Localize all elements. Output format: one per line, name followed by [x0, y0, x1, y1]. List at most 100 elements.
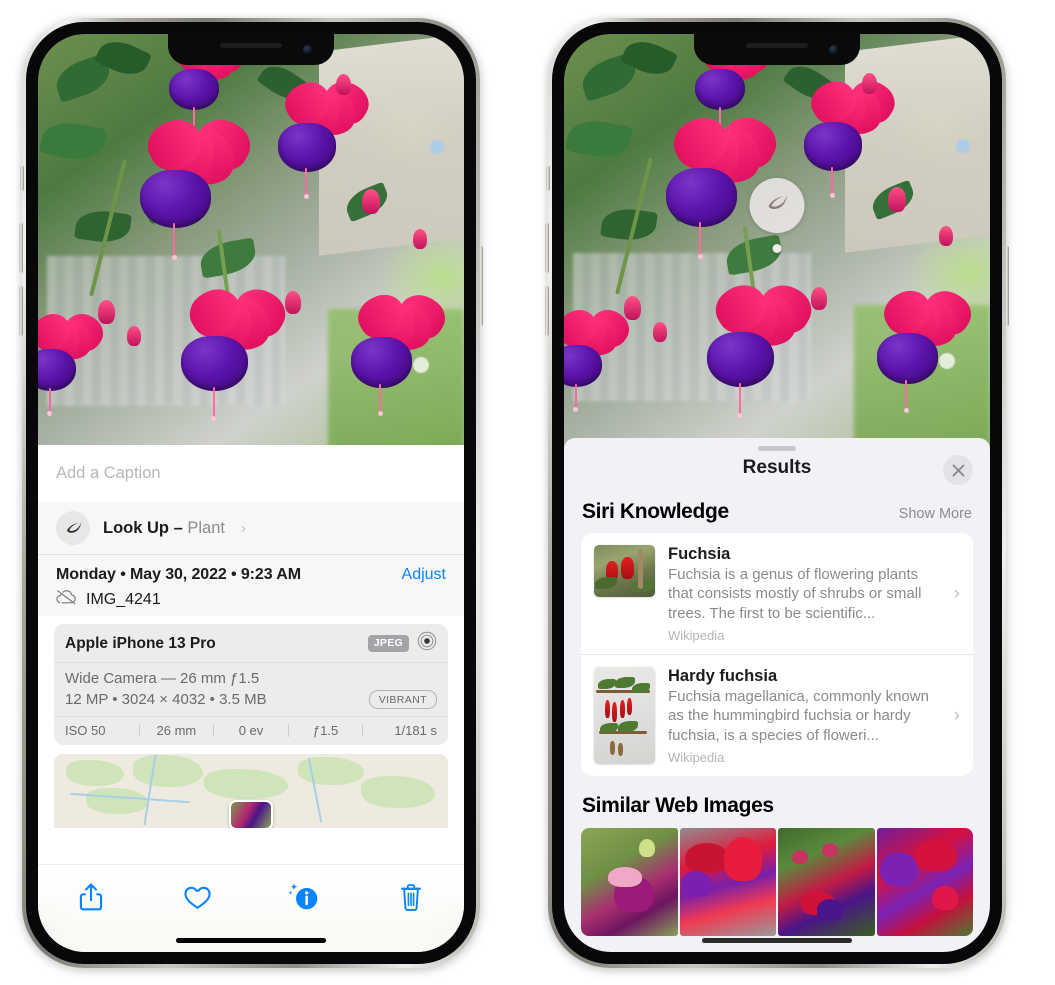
- photo-leaf: [565, 115, 634, 164]
- earpiece-speaker: [220, 43, 282, 48]
- adjust-button[interactable]: Adjust: [402, 566, 446, 584]
- map-green-area: [132, 755, 203, 788]
- home-indicator[interactable]: [702, 938, 852, 943]
- close-x-icon[interactable]: [943, 455, 973, 485]
- knowledge-thumbnail: [594, 667, 655, 765]
- share-icon[interactable]: [65, 877, 117, 917]
- photo-fuchsia-flower: [123, 110, 258, 260]
- photo-fuchsia-flower: [649, 109, 784, 259]
- knowledge-title: Fuchsia: [668, 545, 731, 563]
- results-sheet-header: Results: [564, 438, 990, 498]
- left-iphone-device: Add a Caption ✦ ✦ ✦ Look Up: [19, 18, 483, 968]
- right-iphone-device: Results Siri Knowledge Show More Fuchsia…: [545, 18, 1009, 968]
- look-up-row[interactable]: ✦ ✦ ✦ Look Up – Plant ›: [38, 496, 464, 555]
- similar-image-item[interactable]: [778, 828, 875, 937]
- results-sheet: Results Siri Knowledge Show More Fuchsia…: [564, 438, 990, 952]
- map-green-area: [361, 776, 436, 809]
- caption-field-row[interactable]: Add a Caption: [38, 445, 464, 502]
- similar-image-item[interactable]: [876, 828, 973, 937]
- knowledge-description: Fuchsia is a genus of flowering plants t…: [668, 566, 922, 622]
- camera-card-header: Apple iPhone 13 Pro JPEG: [54, 624, 448, 663]
- trash-icon[interactable]: [385, 877, 437, 917]
- map-green-area: [85, 788, 148, 815]
- knowledge-thumbnail: [594, 545, 655, 597]
- side-power-button[interactable]: [1005, 246, 1009, 326]
- info-sparkle-icon[interactable]: [278, 877, 330, 917]
- knowledge-title: Hardy fuchsia: [668, 667, 778, 686]
- knowledge-row[interactable]: Fuchsia Fuchsia is a genus of flowering …: [581, 533, 973, 654]
- home-indicator[interactable]: [176, 938, 326, 943]
- photo-fuchsia-flower: [862, 282, 979, 414]
- photo-fuchsia-garden-right[interactable]: [564, 34, 990, 471]
- photo-flower-bud: [285, 290, 302, 314]
- photo-flower-bud: [653, 322, 668, 343]
- photo-bokeh: [955, 138, 970, 153]
- mute-switch[interactable]: [20, 166, 24, 191]
- photo-fuchsia-flower: [38, 306, 111, 416]
- camera-specs-line: 12 MP • 3024 × 4032 • 3.5 MB: [65, 691, 267, 708]
- photo-filename: IMG_4241: [86, 590, 161, 608]
- exif-focal: 26 mm: [156, 723, 197, 738]
- visual-look-up-indicator-dot: [772, 244, 782, 253]
- photo-bokeh: [938, 353, 955, 369]
- photo-flower-bud: [623, 296, 641, 321]
- photo-flower-bud: [811, 287, 828, 311]
- photo-flower-bud: [412, 228, 427, 249]
- show-more-button[interactable]: Show More: [899, 506, 972, 522]
- photo-fuchsia-flower: [264, 74, 376, 200]
- photo-fuchsia-garden-left[interactable]: [38, 34, 464, 477]
- mute-switch[interactable]: [546, 166, 550, 191]
- photo-flower-bud: [862, 73, 878, 95]
- map-photo-pin[interactable]: [229, 800, 273, 828]
- chevron-right-icon: ›: [953, 582, 960, 604]
- similar-image-item[interactable]: [679, 828, 776, 937]
- look-up-dash: –: [173, 518, 183, 537]
- right-phone-bezel: Results Siri Knowledge Show More Fuchsia…: [552, 22, 1002, 964]
- photo-flower-bud: [361, 189, 380, 215]
- chevron-right-icon: ›: [953, 704, 960, 726]
- similar-web-images-row[interactable]: [564, 828, 990, 937]
- photo-flower-bud: [336, 73, 352, 95]
- exif-aperture: ƒ1.5: [312, 723, 339, 738]
- photo-flower-bud: [97, 299, 115, 324]
- photo-flower-bud: [127, 326, 142, 347]
- left-phone-bezel: Add a Caption ✦ ✦ ✦ Look Up: [26, 22, 476, 964]
- right-phone-screen: Results Siri Knowledge Show More Fuchsia…: [564, 34, 990, 952]
- icloud-slash-icon: [56, 589, 77, 610]
- camera-info-card: Apple iPhone 13 Pro JPEG Wide Camera — 2…: [54, 624, 448, 745]
- exif-shutter: 1/181 s: [394, 723, 437, 738]
- volume-down-button[interactable]: [19, 286, 23, 336]
- similar-web-images-heading: Similar Web Images: [582, 794, 774, 818]
- format-chip: JPEG: [367, 635, 409, 652]
- volume-up-button[interactable]: [545, 223, 549, 273]
- look-up-title: Look Up: [103, 518, 169, 537]
- map-green-area: [65, 759, 124, 786]
- exif-exposure: 0 ev: [238, 723, 264, 738]
- results-title: Results: [742, 457, 812, 478]
- photo-fuchsia-flower: [790, 73, 902, 199]
- photo-leaf: [39, 116, 108, 165]
- side-power-button[interactable]: [479, 246, 483, 326]
- heart-icon[interactable]: [172, 877, 224, 917]
- knowledge-text: Hardy fuchsia Fuchsia magellanica, commo…: [668, 667, 960, 765]
- photo-location-map[interactable]: [54, 754, 448, 828]
- camera-lens-line: Wide Camera — 26 mm ƒ1.5: [65, 670, 260, 687]
- photo-flower-bud: [887, 186, 906, 212]
- knowledge-row[interactable]: Hardy fuchsia Fuchsia magellanica, commo…: [581, 654, 973, 776]
- visual-look-up-badge[interactable]: [749, 178, 805, 233]
- similar-image-item[interactable]: [581, 828, 678, 937]
- camera-device-name: Apple iPhone 13 Pro: [65, 634, 216, 652]
- raw-circle-icon[interactable]: [417, 631, 437, 656]
- knowledge-source: Wikipedia: [668, 628, 725, 644]
- photo-fuchsia-flower: [166, 280, 293, 422]
- photo-metadata-block: Monday • May 30, 2022 • 9:23 AM Adjust I…: [38, 555, 464, 616]
- volume-down-button[interactable]: [545, 286, 549, 336]
- leaf-icon: [764, 190, 791, 222]
- caption-placeholder: Add a Caption: [56, 464, 161, 482]
- similar-web-images-section-header: Similar Web Images: [564, 776, 990, 826]
- photo-info-sheet: Add a Caption ✦ ✦ ✦ Look Up: [38, 445, 464, 952]
- knowledge-text: Fuchsia Fuchsia is a genus of flowering …: [668, 545, 960, 643]
- volume-up-button[interactable]: [19, 223, 23, 273]
- camera-card-body: Wide Camera — 26 mm ƒ1.5 12 MP • 3024 × …: [54, 663, 448, 716]
- siri-knowledge-card: Fuchsia Fuchsia is a genus of flowering …: [581, 533, 973, 777]
